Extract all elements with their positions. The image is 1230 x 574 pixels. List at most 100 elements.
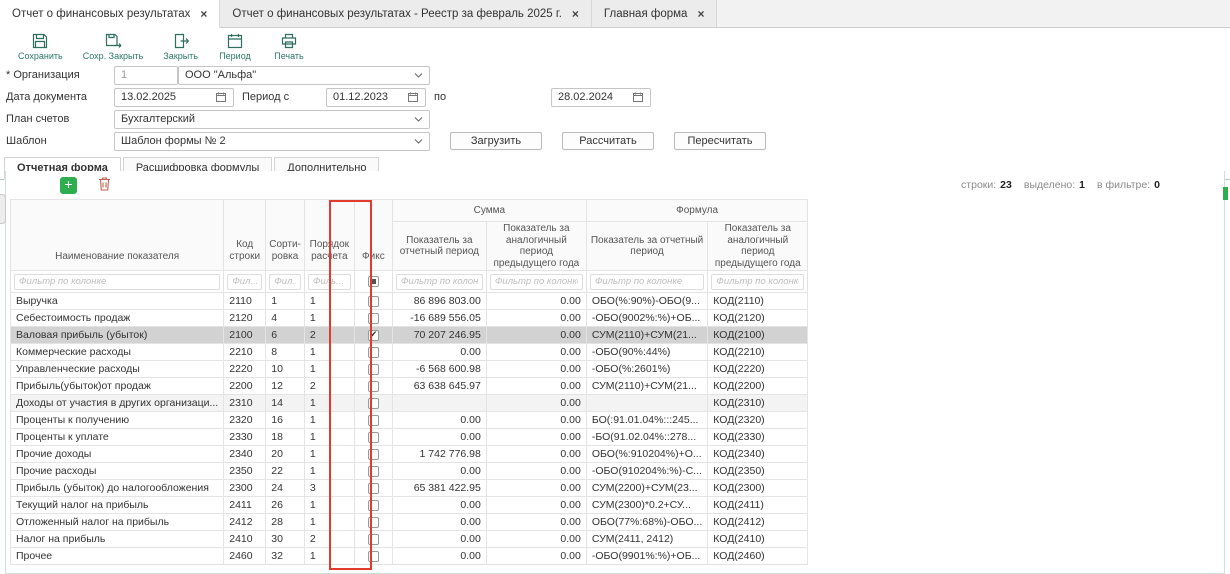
col-header-amount-report[interactable]: Показатель за отчетный период — [392, 222, 486, 271]
table-row[interactable]: Доходы от участия в других организаци...… — [11, 395, 808, 412]
cell-calc-order: 1 — [304, 310, 354, 327]
cell-amount-report: 70 207 246.95 — [392, 327, 486, 344]
fix-checkbox[interactable] — [368, 517, 379, 528]
filter-input-amount-report[interactable] — [396, 274, 483, 290]
cell-calc-order: 1 — [304, 293, 354, 310]
org-name-select[interactable]: ООО "Альфа" — [178, 66, 430, 85]
filter-input-amount-prev[interactable] — [490, 274, 583, 290]
period-from-input[interactable]: 01.12.2023 — [326, 88, 426, 107]
cell-row-code: 2330 — [224, 429, 266, 446]
filter-input-code[interactable] — [227, 274, 262, 290]
col-header-code[interactable]: Код строки — [224, 200, 266, 271]
fix-checkbox[interactable] — [368, 500, 379, 511]
cell-formula-report: -ОБО(9901%:%)+ОБ... — [586, 548, 707, 565]
fix-checkbox[interactable] — [368, 415, 379, 426]
table-row[interactable]: Коммерческие расходы 2210 8 1 0.00 0.00 … — [11, 344, 808, 361]
period-to-input[interactable]: 28.02.2024 — [551, 88, 651, 107]
period-button[interactable]: Период — [212, 31, 258, 62]
table-row[interactable]: Прибыль(убыток)от продаж 2200 12 2 63 63… — [11, 378, 808, 395]
cell-formula-report: -БО(91.02.04%::278... — [586, 429, 707, 446]
calendar-icon[interactable] — [628, 91, 644, 103]
cell-amount-prev: 0.00 — [486, 548, 586, 565]
doc-date-input[interactable]: 13.02.2025 — [114, 88, 234, 107]
fix-checkbox[interactable] — [368, 466, 379, 477]
calendar-icon[interactable] — [403, 91, 419, 103]
delete-row-button[interactable] — [97, 176, 112, 195]
table-row[interactable]: Валовая прибыль (убыток) 2100 6 2 70 207… — [11, 327, 808, 344]
fix-checkbox[interactable] — [368, 449, 379, 460]
filter-input-order[interactable] — [308, 274, 351, 290]
fix-filter-checkbox[interactable] — [368, 276, 379, 287]
fix-checkbox[interactable] — [368, 398, 379, 409]
table-row[interactable]: Проценты к уплате 2330 18 1 0.00 0.00 -Б… — [11, 429, 808, 446]
table-row[interactable]: Прочие расходы 2350 22 1 0.00 0.00 -ОБО(… — [11, 463, 808, 480]
close-button[interactable]: Закрыть — [157, 31, 204, 62]
fix-checkbox[interactable] — [368, 313, 379, 324]
selected-count-value: 1 — [1079, 179, 1085, 191]
filtered-count-value: 0 — [1154, 179, 1160, 191]
filter-input-name[interactable] — [14, 274, 220, 290]
cell-fix — [354, 310, 392, 327]
org-code-field[interactable]: 1 — [114, 66, 178, 85]
window-tab-registry[interactable]: Отчет о финансовых результатах - Реестр … — [220, 0, 591, 27]
table-row[interactable]: Налог на прибыль 2410 30 2 0.00 0.00 СУМ… — [11, 531, 808, 548]
col-header-sort[interactable]: Сорти-ровка — [266, 200, 305, 271]
toolbar-label: Сохранить — [18, 51, 63, 61]
cell-formula-report: ОБО(%:910204%)+О... — [586, 446, 707, 463]
table-row[interactable]: Управленческие расходы 2220 10 1 -6 568 … — [11, 361, 808, 378]
cell-amount-report: 65 381 422.95 — [392, 480, 486, 497]
table-row[interactable]: Себестоимость продаж 2120 4 1 -16 689 55… — [11, 310, 808, 327]
fix-checkbox[interactable] — [368, 347, 379, 358]
close-tab-icon[interactable]: × — [200, 7, 207, 21]
col-header-formula-prev[interactable]: Показатель за аналогичный период предыду… — [708, 222, 808, 271]
load-button[interactable]: Загрузить — [450, 132, 542, 150]
recalculate-button[interactable]: Пересчитать — [674, 132, 766, 150]
table-row[interactable]: Отложенный налог на прибыль 2412 28 1 0.… — [11, 514, 808, 531]
col-header-name[interactable]: Наименование показателя — [11, 200, 224, 271]
fix-checkbox[interactable] — [368, 534, 379, 545]
save-close-button[interactable]: Сохр. Закрыть — [77, 31, 150, 62]
cell-row-code: 2110 — [224, 293, 266, 310]
accounts-plan-select[interactable]: Бухгалтерский — [114, 110, 430, 129]
print-button[interactable]: Печать — [266, 31, 312, 62]
fix-checkbox[interactable] — [368, 483, 379, 494]
col-header-order[interactable]: Порядок расчета — [304, 200, 354, 271]
filter-input-formula-report[interactable] — [590, 274, 704, 290]
cell-formula-prev: КОД(2412) — [708, 514, 808, 531]
chevron-down-icon — [410, 139, 423, 144]
table-row[interactable]: Текущий налог на прибыль 2411 26 1 0.00 … — [11, 497, 808, 514]
table-row[interactable]: Выручка 2110 1 1 86 896 803.00 0.00 ОБО(… — [11, 293, 808, 310]
fix-checkbox[interactable] — [368, 330, 379, 341]
fix-checkbox[interactable] — [368, 296, 379, 307]
filter-input-sort[interactable] — [269, 274, 301, 290]
add-row-button[interactable]: + — [60, 177, 77, 194]
calculate-button[interactable]: Рассчитать — [562, 132, 654, 150]
cell-indicator-name: Выручка — [11, 293, 224, 310]
cell-formula-prev: КОД(2411) — [708, 497, 808, 514]
collapsed-panel-handle[interactable] — [0, 194, 6, 224]
calendar-icon[interactable] — [211, 91, 227, 103]
col-header-amount-prev[interactable]: Показатель за аналогичный период предыду… — [486, 222, 586, 271]
fix-checkbox[interactable] — [368, 364, 379, 375]
col-header-formula-report[interactable]: Показатель за отчетный период — [586, 222, 707, 271]
template-select[interactable]: Шаблон формы № 2 — [114, 132, 430, 151]
close-tab-icon[interactable]: × — [572, 7, 579, 21]
fix-checkbox[interactable] — [368, 381, 379, 392]
table-row[interactable]: Прочие доходы 2340 20 1 1 742 776.98 0.0… — [11, 446, 808, 463]
table-row[interactable]: Проценты к получению 2320 16 1 0.00 0.00… — [11, 412, 808, 429]
close-tab-icon[interactable]: × — [697, 7, 704, 21]
table-row[interactable]: Прочее 2460 32 1 0.00 0.00 -ОБО(9901%:%)… — [11, 548, 808, 565]
toolbar-label: Печать — [274, 51, 303, 61]
window-tab-bar: Отчет о финансовых результатах × Отчет о… — [0, 0, 1230, 28]
filter-input-formula-prev[interactable] — [711, 274, 804, 290]
fix-checkbox[interactable] — [368, 551, 379, 562]
cell-formula-prev: КОД(2320) — [708, 412, 808, 429]
table-row[interactable]: Прибыль (убыток) до налогообложения 2300… — [11, 480, 808, 497]
save-button[interactable]: Сохранить — [12, 31, 69, 62]
col-header-fix[interactable]: Фикс — [354, 200, 392, 271]
print-icon — [280, 32, 298, 50]
fix-checkbox[interactable] — [368, 432, 379, 443]
window-tab-main-form[interactable]: Главная форма × — [592, 0, 718, 27]
window-tab-report[interactable]: Отчет о финансовых результатах × — [0, 0, 220, 28]
cell-indicator-name: Прочие расходы — [11, 463, 224, 480]
